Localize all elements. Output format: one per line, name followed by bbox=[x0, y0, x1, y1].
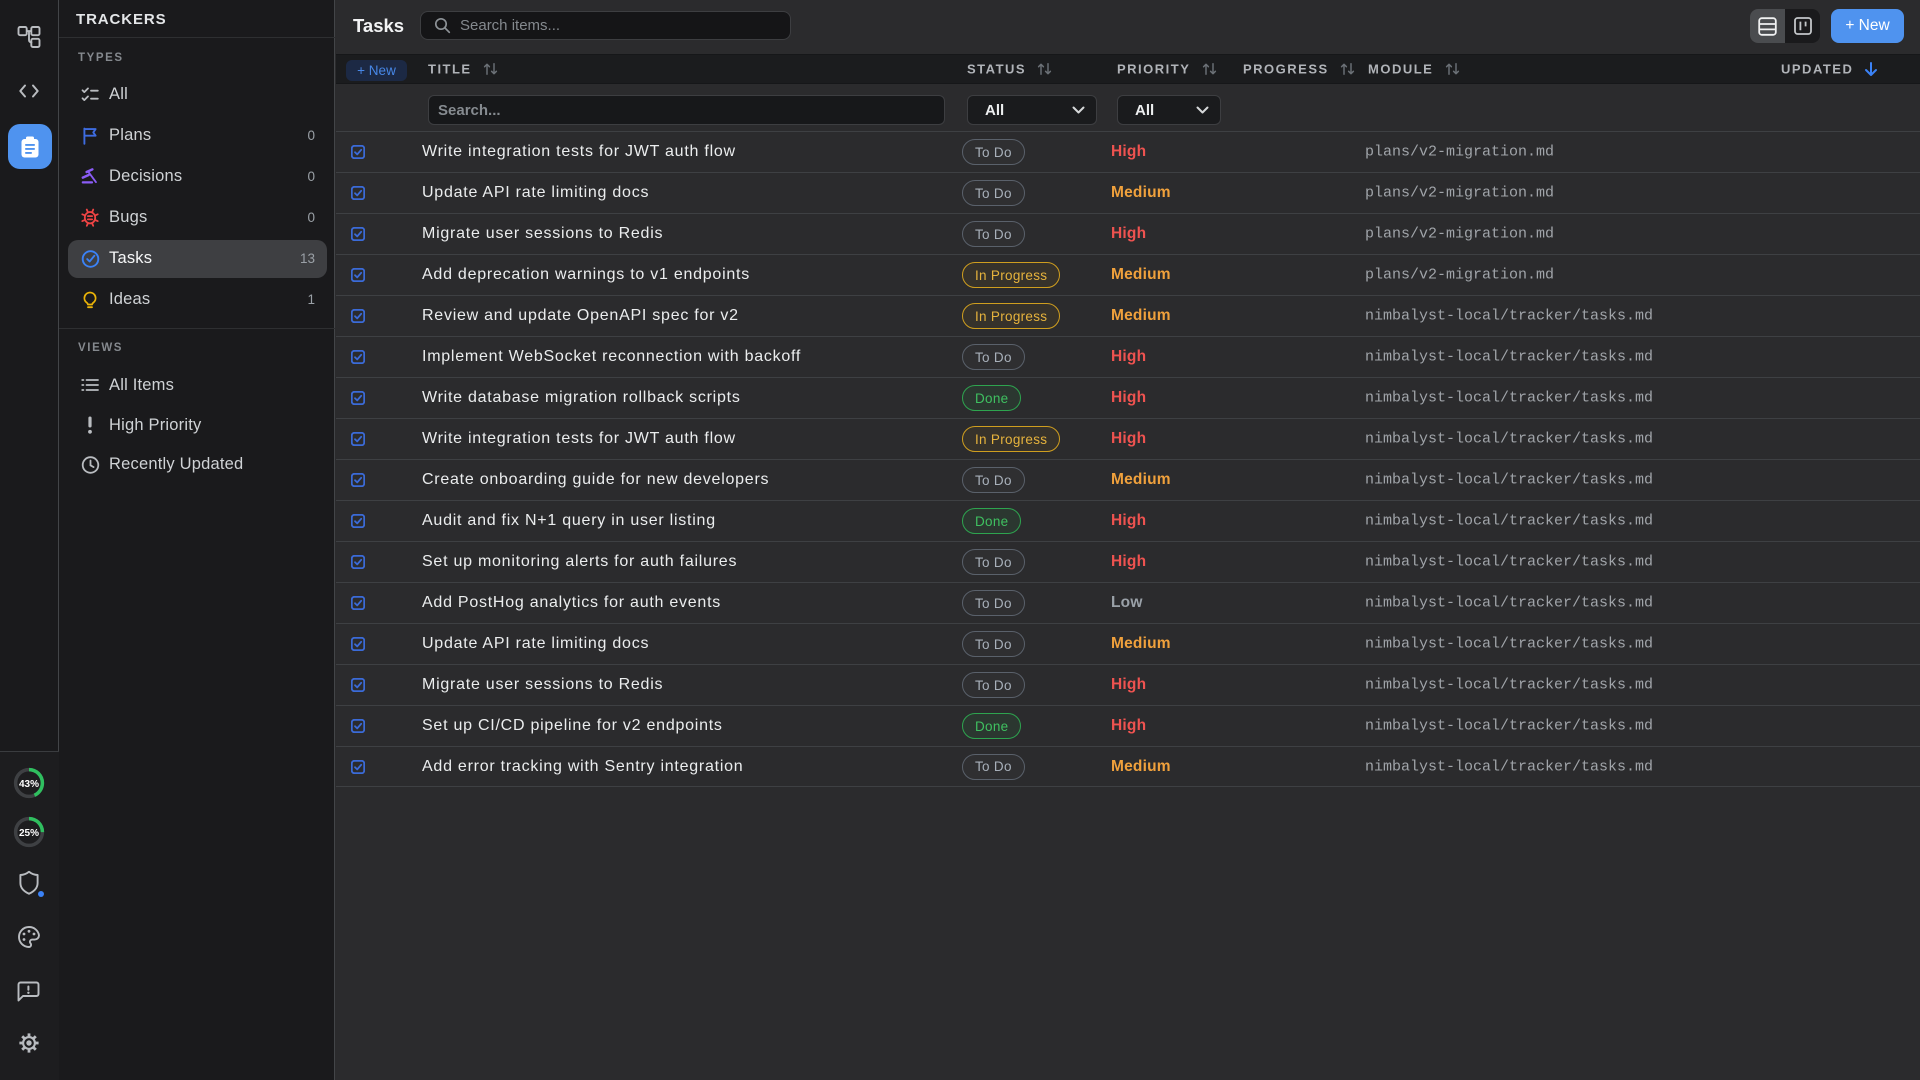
svg-text:25%: 25% bbox=[19, 828, 39, 839]
svg-text:43%: 43% bbox=[19, 779, 39, 790]
